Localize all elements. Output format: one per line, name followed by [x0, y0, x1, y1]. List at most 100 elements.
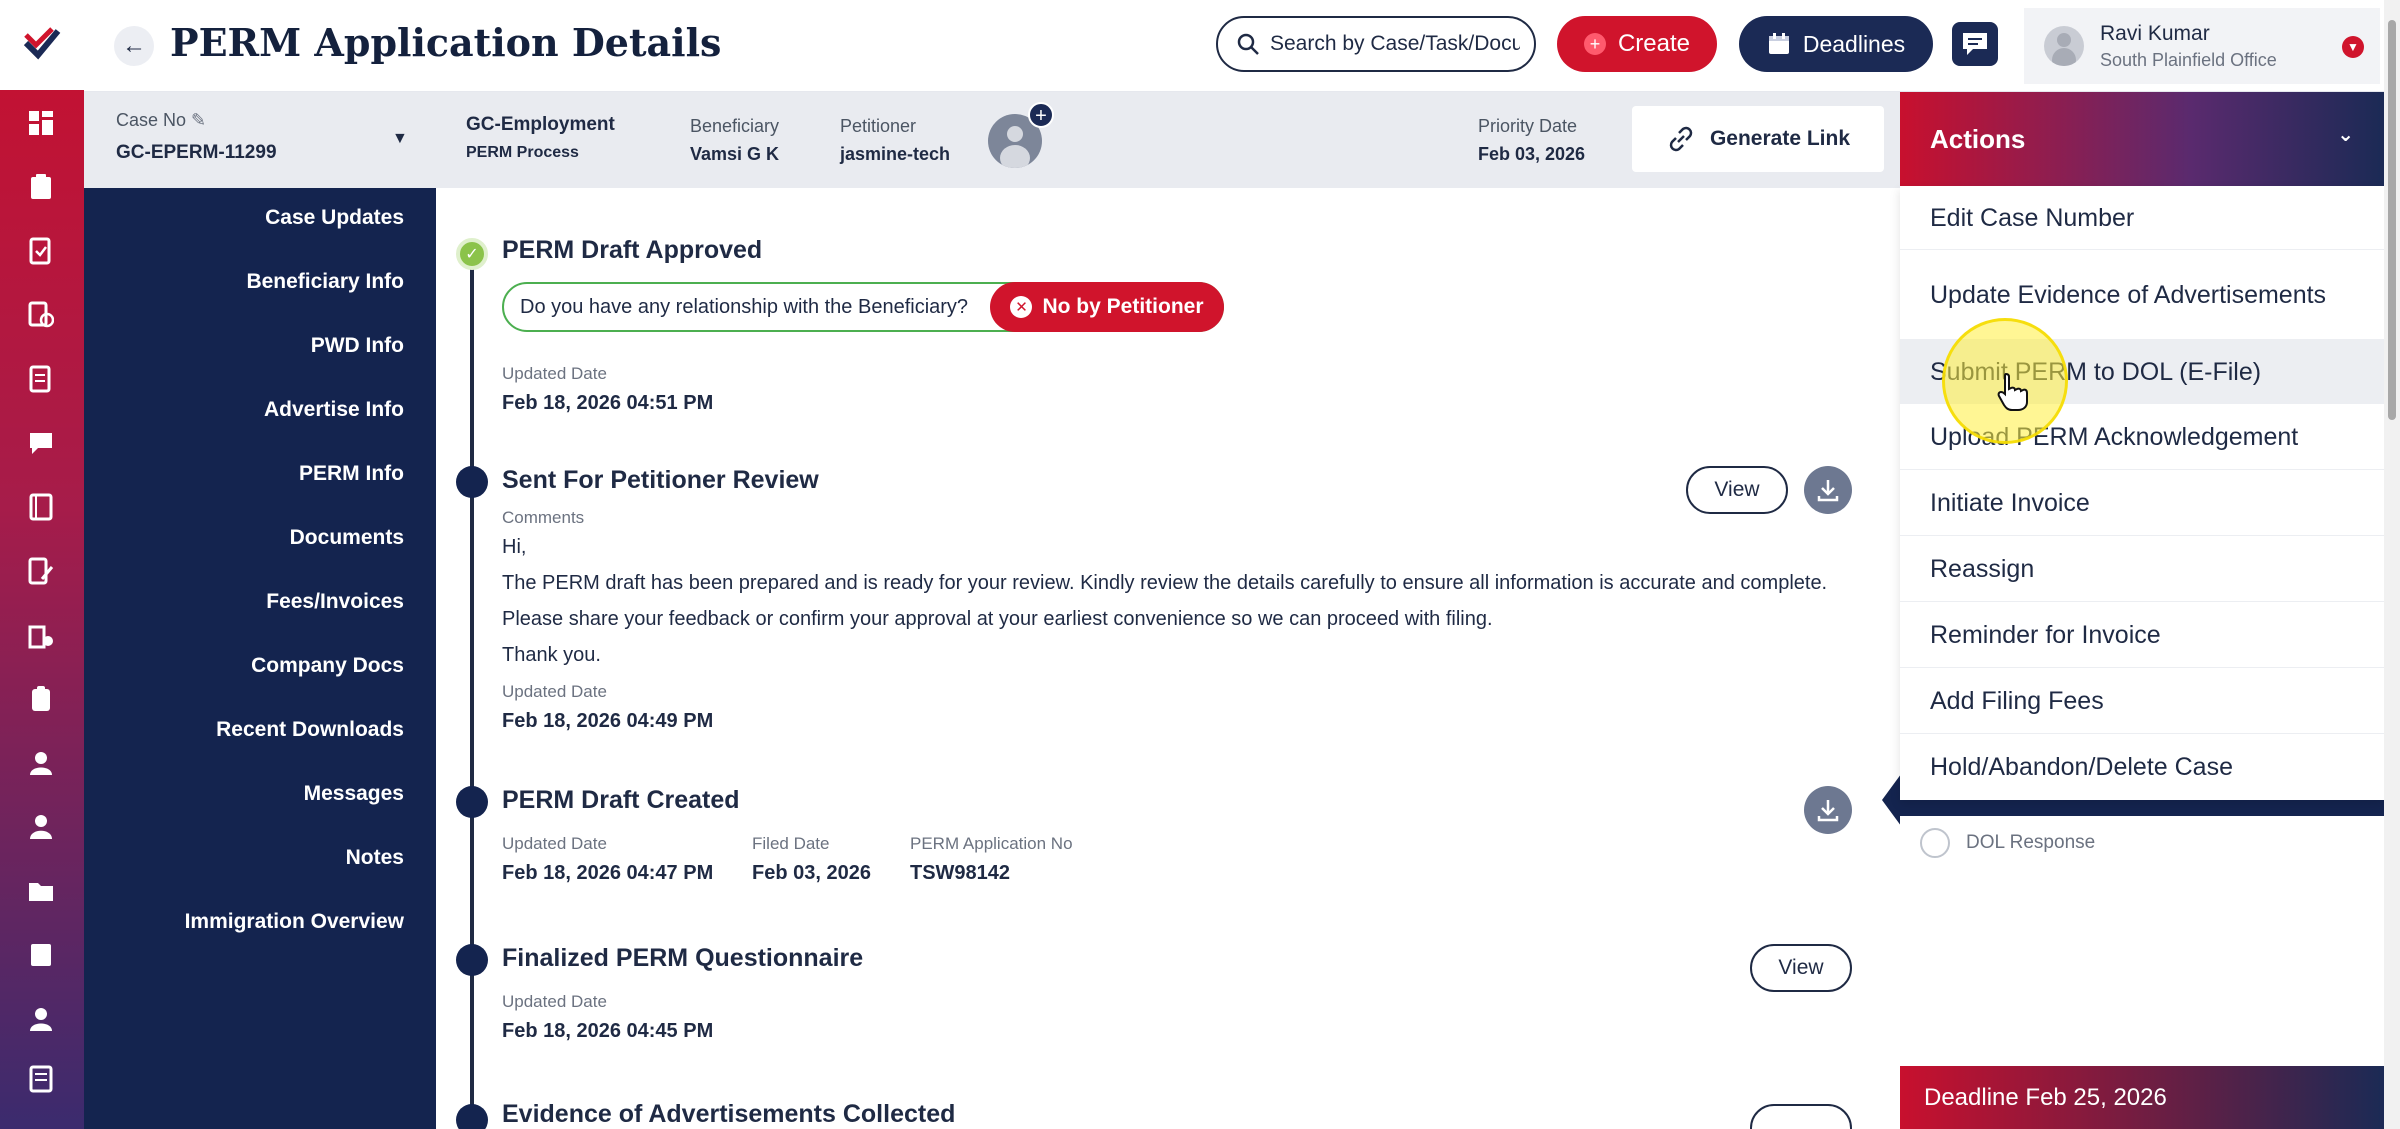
dol-response-step[interactable]: DOL Response — [1920, 828, 2095, 858]
edit-doc-icon[interactable] — [22, 552, 60, 590]
avatar — [2044, 26, 2084, 66]
hand-cursor-icon — [1996, 372, 2030, 417]
ledger-icon[interactable] — [22, 1060, 60, 1098]
note-icon[interactable] — [22, 936, 60, 974]
case-no-label: Case No ✎ — [116, 110, 207, 130]
nav-documents[interactable]: Documents — [290, 526, 404, 550]
add-contact-icon[interactable]: + — [1028, 102, 1054, 128]
search-input[interactable] — [1270, 32, 1520, 56]
menu-item-edit-case-number[interactable]: Edit Case Number — [1900, 186, 2384, 250]
case-number: GC-EPERM-11299 — [116, 142, 277, 163]
comment-line: Please share your feedback or confirm yo… — [502, 608, 1493, 630]
app-logo[interactable] — [0, 0, 84, 90]
priority-date: Feb 03, 2026 — [1478, 144, 1586, 164]
chevron-down-icon[interactable]: ⌄ — [2337, 122, 2354, 147]
calendar-doc-icon[interactable] — [22, 296, 60, 334]
menu-item-reminder-invoice[interactable]: Reminder for Invoice — [1900, 602, 2384, 668]
event-title: PERM Draft Approved — [502, 236, 763, 264]
comments-label: Comments — [502, 508, 585, 527]
folder-icon[interactable] — [22, 872, 60, 910]
nav-company-docs[interactable]: Company Docs — [251, 654, 404, 678]
chat-icon[interactable] — [22, 424, 60, 462]
actions-menu: Edit Case Number Update Evidence of Adve… — [1900, 186, 2384, 800]
pencil-icon[interactable]: ✎ — [191, 110, 206, 130]
actions-title: Actions — [1930, 123, 2026, 154]
plus-icon: + — [1583, 33, 1606, 55]
priority-date-label: Priority Date — [1478, 116, 1578, 136]
event-title: Sent For Petitioner Review — [502, 466, 819, 494]
document-check-icon[interactable] — [22, 232, 60, 270]
clipboard-icon[interactable] — [22, 168, 60, 206]
user-name: Ravi Kumar — [2100, 21, 2210, 45]
case-info-bar: Case No ✎ GC-EPERM-11299 ▼ GC-Employment… — [84, 92, 1900, 188]
download-icon[interactable] — [1804, 786, 1852, 834]
nav-beneficiary-info[interactable]: Beneficiary Info — [246, 270, 404, 294]
nav-notes[interactable]: Notes — [346, 846, 404, 870]
page-title: PERM Application Details — [170, 20, 722, 65]
answer-badge: ✕ No by Petitioner — [990, 282, 1224, 332]
petitioner-label: Petitioner — [840, 116, 917, 136]
timeline-dot — [456, 1104, 488, 1129]
menu-item-reassign[interactable]: Reassign — [1900, 536, 2384, 602]
actions-header[interactable]: Actions ⌄ — [1900, 92, 2384, 186]
building-icon[interactable] — [22, 616, 60, 654]
menu-item-add-filing-fees[interactable]: Add Filing Fees — [1900, 668, 2384, 734]
timeline-line — [470, 258, 474, 1129]
process-name: PERM Process — [466, 144, 579, 161]
updated-date: Feb 18, 2026 04:45 PM — [502, 1020, 714, 1042]
deadlines-label: Deadlines — [1802, 30, 1906, 57]
menu-item-hold-abandon-delete[interactable]: Hold/Abandon/Delete Case — [1900, 734, 2384, 800]
deadlines-button[interactable]: Deadlines — [1739, 16, 1933, 72]
scrollbar[interactable] — [2384, 0, 2400, 1129]
download-icon[interactable] — [1804, 466, 1852, 514]
dashboard-icon[interactable] — [22, 104, 60, 142]
updated-label: Updated Date — [502, 682, 607, 701]
question-text: Do you have any relationship with the Be… — [520, 295, 969, 318]
application-no: TSW98142 — [910, 862, 1011, 884]
scrollbar-thumb[interactable] — [2388, 20, 2396, 420]
view-button[interactable]: View — [1686, 466, 1788, 514]
book-icon[interactable] — [22, 488, 60, 526]
nav-messages[interactable]: Messages — [304, 782, 404, 806]
updated-label: Updated Date — [502, 992, 607, 1011]
message-icon — [1963, 33, 1987, 55]
user-menu[interactable]: Ravi Kumar South Plainfield Office ▼ — [2024, 8, 2380, 84]
updated-date: Feb 18, 2026 04:47 PM — [502, 862, 714, 884]
form-icon[interactable] — [22, 360, 60, 398]
section-nav: Case Updates Beneficiary Info PWD Info A… — [84, 188, 436, 1129]
beneficiary-name[interactable]: Vamsi G K — [690, 144, 779, 165]
case-dropdown-icon[interactable]: ▼ — [392, 130, 408, 148]
back-button[interactable]: ← — [114, 26, 154, 66]
beneficiary-label: Beneficiary — [690, 116, 780, 136]
badge-icon[interactable] — [22, 680, 60, 718]
comment-line: Thank you. — [502, 644, 601, 666]
view-button[interactable]: View — [1750, 944, 1852, 992]
nav-fees-invoices[interactable]: Fees/Invoices — [266, 590, 404, 614]
user-group-icon[interactable] — [22, 1000, 60, 1038]
user-icon[interactable] — [22, 744, 60, 782]
create-button[interactable]: + Create — [1557, 16, 1717, 72]
comment-line: Hi, — [502, 536, 527, 558]
chevron-down-icon[interactable]: ▼ — [2342, 36, 2364, 58]
nav-recent-downloads[interactable]: Recent Downloads — [216, 718, 404, 742]
actions-panel: Actions ⌄ DOL Response Edit Case Number … — [1900, 92, 2384, 1129]
generate-link-button[interactable]: Generate Link — [1632, 106, 1884, 172]
nav-advertise-info[interactable]: Advertise Info — [264, 398, 404, 422]
nav-immigration-overview[interactable]: Immigration Overview — [185, 910, 404, 934]
updated-date: Feb 18, 2026 04:51 PM — [502, 392, 714, 414]
step-circle-icon — [1920, 828, 1950, 858]
petitioner-name[interactable]: jasmine-tech — [840, 144, 950, 165]
search-box[interactable] — [1216, 16, 1536, 72]
nav-pwd-info[interactable]: PWD Info — [311, 334, 404, 358]
nav-case-updates[interactable]: Case Updates — [265, 206, 404, 230]
generate-link-label: Generate Link — [1709, 127, 1851, 150]
search-icon — [1237, 33, 1259, 55]
nav-perm-info[interactable]: PERM Info — [299, 462, 404, 486]
messages-button[interactable] — [1952, 22, 1998, 66]
case-timeline: ✓ PERM Draft Approved Do you have any re… — [436, 188, 1900, 1129]
timeline-dot — [456, 944, 488, 976]
view-button[interactable] — [1750, 1104, 1852, 1129]
menu-item-initiate-invoice[interactable]: Initiate Invoice — [1900, 470, 2384, 536]
user-office: South Plainfield Office — [2100, 49, 2277, 70]
user-tie-icon[interactable] — [22, 808, 60, 846]
